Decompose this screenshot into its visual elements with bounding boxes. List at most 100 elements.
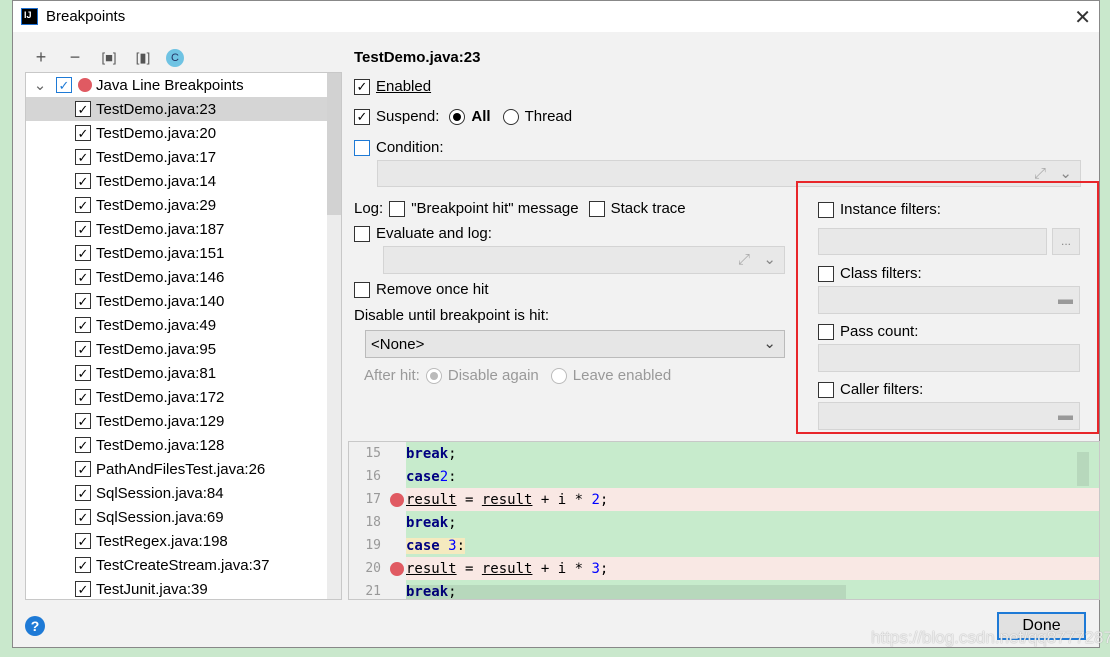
expand-icon[interactable]: ⤢ xyxy=(738,251,750,268)
item-checkbox[interactable]: ✓ xyxy=(75,173,91,189)
item-checkbox[interactable]: ✓ xyxy=(75,413,91,429)
suspend-all-radio[interactable] xyxy=(449,108,466,125)
stack-trace-checkbox[interactable] xyxy=(588,200,605,217)
tree-item[interactable]: ✓ TestDemo.java:187 xyxy=(26,217,329,241)
tree-group-java-line-breakpoints[interactable]: ⌄ ✓ Java Line Breakpoints xyxy=(26,73,329,97)
item-label: TestCreateStream.java:37 xyxy=(96,556,270,574)
item-checkbox[interactable]: ✓ xyxy=(75,221,91,237)
item-checkbox[interactable]: ✓ xyxy=(75,197,91,213)
item-label: TestDemo.java:146 xyxy=(96,268,225,286)
tree-item[interactable]: ✓ SqlSession.java:84 xyxy=(26,481,329,505)
item-checkbox[interactable]: ✓ xyxy=(75,533,91,549)
item-checkbox[interactable]: ✓ xyxy=(75,509,91,525)
item-checkbox[interactable]: ✓ xyxy=(75,125,91,141)
tree-item[interactable]: ✓ TestRegex.java:198 xyxy=(26,529,329,553)
line-number: 19 xyxy=(365,538,381,553)
tree-item[interactable]: ✓ TestDemo.java:95 xyxy=(26,337,329,361)
tree-item[interactable]: ✓ TestDemo.java:14 xyxy=(26,169,329,193)
tree-item[interactable]: ✓ TestJunit.java:39 xyxy=(26,577,329,599)
chevron-down-icon[interactable]: ⌄ xyxy=(29,76,51,94)
tree-item[interactable]: ✓ TestDemo.java:23 xyxy=(26,97,329,121)
enabled-checkbox[interactable]: ✓ xyxy=(354,78,370,95)
group-checkbox[interactable]: ✓ xyxy=(56,77,72,93)
item-checkbox[interactable]: ✓ xyxy=(75,461,91,477)
disable-again-label: Disable again xyxy=(447,367,539,384)
item-label: TestDemo.java:49 xyxy=(96,316,217,334)
item-checkbox[interactable]: ✓ xyxy=(75,317,91,333)
scrollbar-thumb[interactable] xyxy=(327,73,341,215)
tree-item[interactable]: ✓ TestCreateStream.java:37 xyxy=(26,553,329,577)
item-label: TestRegex.java:198 xyxy=(96,532,228,550)
item-checkbox[interactable]: ✓ xyxy=(75,269,91,285)
item-label: PathAndFilesTest.java:26 xyxy=(96,460,266,478)
chevron-down-icon: ⌄ xyxy=(763,335,776,352)
breakpoint-hit-label: "Breakpoint hit" message xyxy=(411,200,579,217)
line-number: 17 xyxy=(365,492,381,507)
remove-once-hit-checkbox[interactable] xyxy=(354,281,370,298)
item-checkbox[interactable]: ✓ xyxy=(75,101,91,117)
item-checkbox[interactable]: ✓ xyxy=(75,389,91,405)
breakpoint-icon[interactable] xyxy=(390,561,404,576)
leave-enabled-label: Leave enabled xyxy=(572,367,672,384)
leave-enabled-radio[interactable] xyxy=(550,367,567,384)
tree-item[interactable]: ✓ TestDemo.java:49 xyxy=(26,313,329,337)
tree-scrollbar[interactable] xyxy=(327,73,341,599)
group-by-package-icon[interactable]: [■] xyxy=(98,50,120,65)
item-checkbox[interactable]: ✓ xyxy=(75,365,91,381)
tree-item[interactable]: ✓ TestDemo.java:146 xyxy=(26,265,329,289)
disable-until-label: Disable until breakpoint is hit: xyxy=(354,307,550,324)
item-label: TestDemo.java:81 xyxy=(96,364,217,382)
line-number: 16 xyxy=(365,469,381,484)
item-checkbox[interactable]: ✓ xyxy=(75,581,91,597)
group-by-class-icon[interactable]: C xyxy=(166,49,184,67)
item-label: TestDemo.java:172 xyxy=(96,388,225,406)
evaluate-log-input[interactable]: ⤢ ⌄ xyxy=(383,246,785,274)
expand-icon[interactable]: ⤢ xyxy=(1034,165,1046,182)
breakpoints-tree: ⌄ ✓ Java Line Breakpoints ✓ TestDemo.java… xyxy=(25,72,342,600)
tree-item[interactable]: ✓ TestDemo.java:129 xyxy=(26,409,329,433)
chevron-down-icon[interactable]: ⌄ xyxy=(763,250,776,268)
stack-trace-label: Stack trace xyxy=(610,200,686,217)
item-checkbox[interactable]: ✓ xyxy=(75,485,91,501)
tree-item[interactable]: ✓ TestDemo.java:20 xyxy=(26,121,329,145)
breakpoint-hit-checkbox[interactable] xyxy=(389,200,406,217)
highlight-box xyxy=(796,181,1099,434)
evaluate-log-label: Evaluate and log: xyxy=(376,225,492,242)
remove-icon[interactable]: − xyxy=(64,47,86,68)
title-bar: IJ Breakpoints ✕ xyxy=(13,1,1099,32)
tree-item[interactable]: ✓ TestDemo.java:17 xyxy=(26,145,329,169)
tree-item[interactable]: ✓ TestDemo.java:81 xyxy=(26,361,329,385)
line-number: 21 xyxy=(365,584,381,599)
evaluate-log-checkbox[interactable] xyxy=(354,225,370,242)
breakpoint-icon xyxy=(78,78,92,92)
condition-checkbox[interactable] xyxy=(354,139,370,156)
breakpoint-icon[interactable] xyxy=(390,492,404,507)
suspend-checkbox[interactable]: ✓ xyxy=(354,108,370,125)
horizontal-scrollbar[interactable] xyxy=(406,585,846,599)
vertical-scrollbar[interactable] xyxy=(1077,452,1089,486)
disable-until-select[interactable]: <None> ⌄ xyxy=(365,330,785,358)
line-number: 15 xyxy=(365,446,381,461)
tree-item[interactable]: ✓ TestDemo.java:29 xyxy=(26,193,329,217)
item-checkbox[interactable]: ✓ xyxy=(75,557,91,573)
close-icon[interactable]: ✕ xyxy=(1074,5,1091,30)
help-button[interactable]: ? xyxy=(25,616,45,636)
chevron-down-icon[interactable]: ⌄ xyxy=(1059,164,1072,182)
tree-item[interactable]: ✓ TestDemo.java:172 xyxy=(26,385,329,409)
item-checkbox[interactable]: ✓ xyxy=(75,245,91,261)
item-checkbox[interactable]: ✓ xyxy=(75,149,91,165)
disable-again-radio[interactable] xyxy=(425,367,442,384)
item-checkbox[interactable]: ✓ xyxy=(75,293,91,309)
tree-item[interactable]: ✓ TestDemo.java:151 xyxy=(26,241,329,265)
add-icon[interactable]: + xyxy=(30,47,52,68)
tree-item[interactable]: ✓ TestDemo.java:140 xyxy=(26,289,329,313)
group-by-file-icon[interactable]: [▮] xyxy=(132,50,154,66)
item-label: TestDemo.java:20 xyxy=(96,124,217,142)
item-checkbox[interactable]: ✓ xyxy=(75,437,91,453)
tree-item[interactable]: ✓ TestDemo.java:128 xyxy=(26,433,329,457)
disable-until-value: <None> xyxy=(371,335,425,353)
item-checkbox[interactable]: ✓ xyxy=(75,341,91,357)
suspend-thread-radio[interactable] xyxy=(502,108,519,125)
tree-item[interactable]: ✓ PathAndFilesTest.java:26 xyxy=(26,457,329,481)
tree-item[interactable]: ✓ SqlSession.java:69 xyxy=(26,505,329,529)
